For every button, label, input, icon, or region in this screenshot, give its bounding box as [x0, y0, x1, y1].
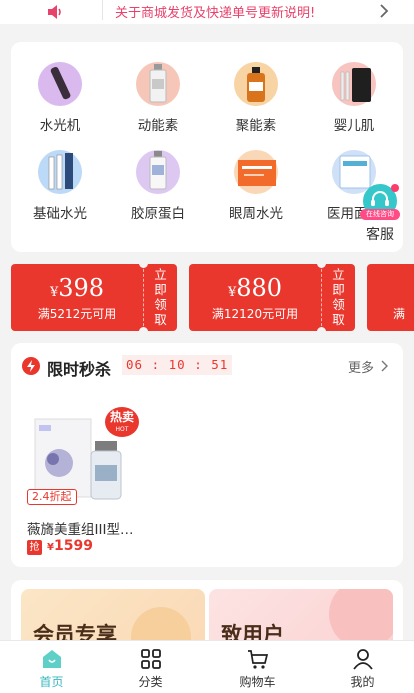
home-icon	[43, 650, 61, 668]
category-label: 胶原蛋白	[131, 206, 185, 222]
category-item-baby-skin[interactable]: 婴儿肌	[305, 62, 403, 134]
category-item-collagen[interactable]: 胶原蛋白	[109, 150, 207, 222]
coupon-condition: 满	[393, 307, 406, 321]
claim-now-button[interactable]: 立即领取	[321, 264, 355, 331]
coupon-strip[interactable]: ¥398 满5212元可用 立即领取 ¥880 满12120元可用 立即领取 满	[0, 259, 414, 336]
water-light-machine-image	[38, 62, 82, 106]
more-link[interactable]: 更多	[348, 357, 374, 376]
notification-dot	[391, 184, 399, 192]
category-label: 聚能素	[235, 118, 277, 134]
category-item-energy-serum[interactable]: 聚能素	[207, 62, 305, 134]
coupon-notch	[317, 259, 326, 268]
product-price: ¥1599	[47, 538, 93, 554]
energy-serum-image	[234, 62, 278, 106]
chevron-right-icon[interactable]	[381, 360, 389, 372]
category-item-kinetic-serum[interactable]: 动能素	[109, 62, 207, 134]
tab-label: 购物车	[239, 675, 276, 689]
category-label: 水光机	[39, 118, 81, 134]
category-grid: 水光机 动能素 聚能素 婴儿肌 基础水光 胶原蛋白 眼周水光 医用面膜	[11, 42, 403, 252]
discount-badge: 2.4折起	[27, 489, 77, 505]
product-name[interactable]: 薇旖美重组III型…	[27, 518, 133, 538]
bottom-tab-bar: 首页 分类 购物车 我的	[0, 640, 414, 693]
kinetic-serum-image	[136, 62, 180, 106]
flash-sale-title: 限时秒杀	[47, 360, 112, 379]
flash-sale-section: 限时秒杀 06 : 10 : 51 更多 热卖 HOT 2.4折起 薇旖美重组I…	[11, 343, 403, 567]
collagen-image	[136, 150, 180, 194]
coupon-amount: ¥398	[49, 274, 105, 302]
category-label: 婴儿肌	[333, 118, 375, 134]
grab-tag: 抢	[27, 540, 42, 555]
online-consult-tag: 在线咨询	[360, 209, 400, 220]
tab-label: 我的	[350, 675, 375, 689]
claim-now-button[interactable]: 立即领取	[143, 264, 177, 331]
coupon-notch	[139, 327, 148, 336]
tab-label: 首页	[39, 675, 64, 689]
lightning-icon	[22, 357, 40, 375]
tab-label: 分类	[138, 675, 163, 689]
hot-sale-badge: 热卖 HOT	[105, 407, 139, 437]
coupon-card[interactable]: ¥398 满5212元可用 立即领取	[11, 259, 177, 336]
tab-cart[interactable]: 购物车	[206, 641, 309, 693]
coupon-condition: 满12120元可用	[211, 307, 299, 321]
category-label: 眼周水光	[229, 206, 283, 222]
user-icon	[353, 649, 373, 670]
coupon-card-partial[interactable]: 满	[367, 264, 414, 331]
basic-water-light-image	[38, 150, 82, 194]
tab-category[interactable]: 分类	[99, 641, 202, 693]
category-label: 基础水光	[33, 206, 87, 222]
coupon-condition: 满5212元可用	[37, 307, 117, 321]
coupon-card[interactable]: ¥880 满12120元可用 立即领取	[189, 259, 355, 336]
notice-divider	[102, 0, 103, 20]
category-item-eye-water-light[interactable]: 眼周水光	[207, 150, 305, 222]
notice-text[interactable]: 关于商城发货及快递单号更新说明!	[115, 2, 315, 21]
baby-skin-image	[332, 62, 376, 106]
speaker-icon	[48, 5, 61, 19]
customer-service-button[interactable]: 在线咨询 客服	[360, 184, 400, 243]
notice-bar[interactable]: 关于商城发货及快递单号更新说明!	[0, 0, 414, 24]
category-item-water-light-machine[interactable]: 水光机	[11, 62, 109, 134]
cart-icon	[248, 650, 269, 669]
category-label: 动能素	[137, 118, 179, 134]
countdown-timer: 06 : 10 : 51	[122, 355, 233, 375]
coupon-amount: ¥880	[227, 274, 283, 302]
coupon-notch	[317, 327, 326, 336]
customer-service-label: 客服	[366, 227, 394, 243]
tab-profile[interactable]: 我的	[311, 641, 414, 693]
tab-home[interactable]: 首页	[0, 641, 103, 693]
chevron-right-icon[interactable]	[378, 4, 390, 18]
grid-icon	[141, 649, 161, 669]
coupon-notch	[139, 259, 148, 268]
category-item-basic-water-light[interactable]: 基础水光	[11, 150, 109, 222]
eye-water-light-image	[234, 150, 278, 194]
